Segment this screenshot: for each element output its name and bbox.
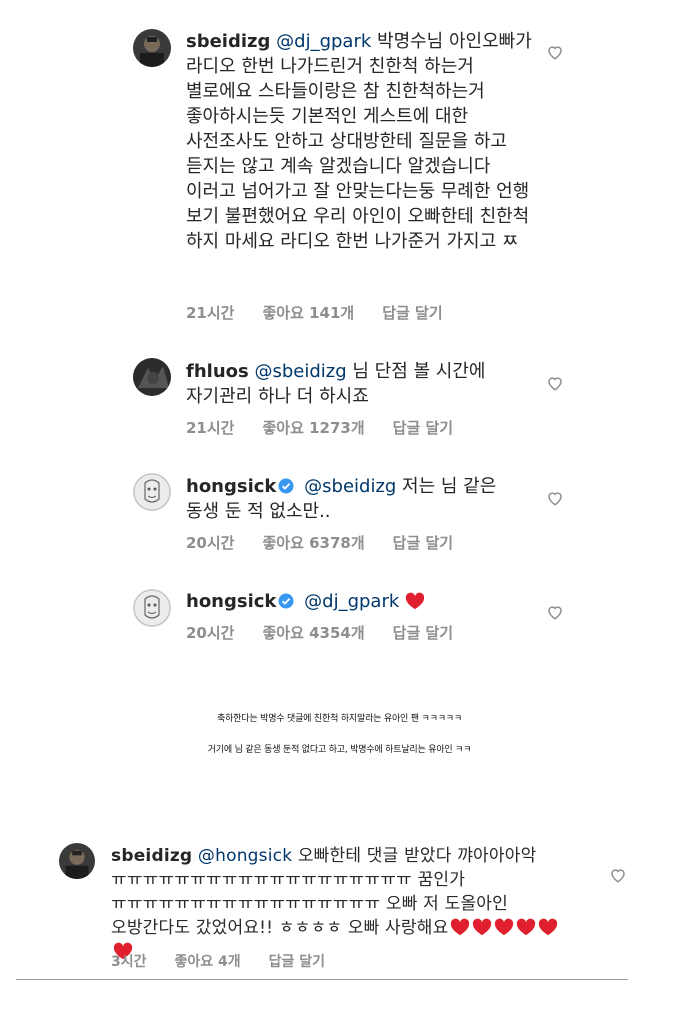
comment-meta: 20시간 좋아요 4354개 답글 달기 <box>186 622 453 643</box>
comment-mention[interactable]: @dj_gpark <box>276 31 371 52</box>
red-heart-emoji <box>495 918 514 936</box>
comment-username[interactable]: hongsick <box>186 591 276 612</box>
caption-line-1: 축하한다는 박명수 댓글에 친한척 하지말라는 유아인 팬 ㅋㅋㅋㅋㅋ <box>217 714 462 724</box>
avatar-hongsick[interactable] <box>133 473 171 511</box>
comment-username[interactable]: hongsick <box>186 476 276 497</box>
avatar-fhluos[interactable] <box>133 358 171 396</box>
comment-body: sbeidizg @dj_gpark 박명수님 아인오빠가 라디오 한번 나가드… <box>186 29 534 254</box>
comment-mention[interactable]: @hongsick <box>198 846 292 866</box>
heart-outline-icon[interactable] <box>546 603 564 621</box>
comment-time: 21시간 <box>186 304 235 322</box>
comment-reply-button[interactable]: 답글 달기 <box>393 622 453 643</box>
verified-badge-icon <box>278 593 294 609</box>
comment-meta: 21시간 좋아요 141개 답글 달기 <box>186 302 443 323</box>
caption-line-2: 거기에 님 같은 동생 둔적 없다고 하고, 박명수에 하트날리는 유아인 ㅋㅋ <box>207 745 472 755</box>
heart-outline-icon[interactable] <box>546 43 564 61</box>
comment-likes[interactable]: 좋아요 6378개 <box>262 532 364 553</box>
comment-likes[interactable]: 좋아요 1273개 <box>262 417 364 438</box>
verified-badge-icon <box>278 478 294 494</box>
comment-body: hongsick @sbeidizg 저는 님 같은 동생 둔 적 없소만.. <box>186 474 516 524</box>
avatar-sbeidizg[interactable] <box>133 29 171 67</box>
comment-reply-button[interactable]: 답글 달기 <box>393 417 453 438</box>
red-heart-emoji <box>517 918 536 936</box>
comment-reply-button[interactable]: 답글 달기 <box>393 532 453 553</box>
red-heart-emoji <box>473 918 492 936</box>
comment-body: hongsick @dj_gpark <box>186 589 516 614</box>
heart-outline-icon[interactable] <box>546 489 564 507</box>
comment-meta: 3시간 좋아요 4개 답글 달기 <box>111 951 325 971</box>
comment-username[interactable]: sbeidizg <box>186 31 270 52</box>
avatar-hongsick[interactable] <box>133 589 171 627</box>
comment-reply-button[interactable]: 답글 달기 <box>269 951 325 971</box>
comment-time: 21시간 <box>186 419 235 437</box>
comment-mention[interactable]: @sbeidizg <box>254 361 346 382</box>
divider <box>16 979 628 980</box>
red-heart-emoji <box>539 918 558 936</box>
comment-text: 박명수님 아인오빠가 라디오 한번 나가드린거 친한척 하는거 별로에요 스타들… <box>186 31 532 252</box>
avatar-sbeidizg[interactable] <box>59 843 95 879</box>
comment-username[interactable]: sbeidizg <box>111 846 192 866</box>
comment-time: 3시간 <box>111 954 147 970</box>
comment-time: 20시간 <box>186 534 235 552</box>
red-heart-emoji <box>451 918 470 936</box>
comment-username[interactable]: fhluos <box>186 361 249 382</box>
red-heart-emoji <box>405 592 425 610</box>
comment-mention[interactable]: @dj_gpark <box>304 591 399 612</box>
comment-likes[interactable]: 좋아요 4354개 <box>262 622 364 643</box>
comment-likes[interactable]: 좋아요 4개 <box>175 951 241 971</box>
comment-time: 20시간 <box>186 624 235 642</box>
comment-likes[interactable]: 좋아요 141개 <box>262 302 354 323</box>
comment-meta: 21시간 좋아요 1273개 답글 달기 <box>186 417 453 438</box>
comment-body: fhluos @sbeidizg 님 단점 볼 시간에 자기관리 하나 더 하시… <box>186 359 516 409</box>
heart-outline-icon[interactable] <box>546 374 564 392</box>
comment-meta: 20시간 좋아요 6378개 답글 달기 <box>186 532 453 553</box>
comment-mention[interactable]: @sbeidizg <box>304 476 396 497</box>
comment-reply-button[interactable]: 답글 달기 <box>382 302 442 323</box>
heart-outline-icon[interactable] <box>609 866 627 884</box>
comment-body: sbeidizg @hongsick 오빠한테 댓글 받았다 꺄아아아악 ㅠㅠㅠ… <box>111 844 573 964</box>
